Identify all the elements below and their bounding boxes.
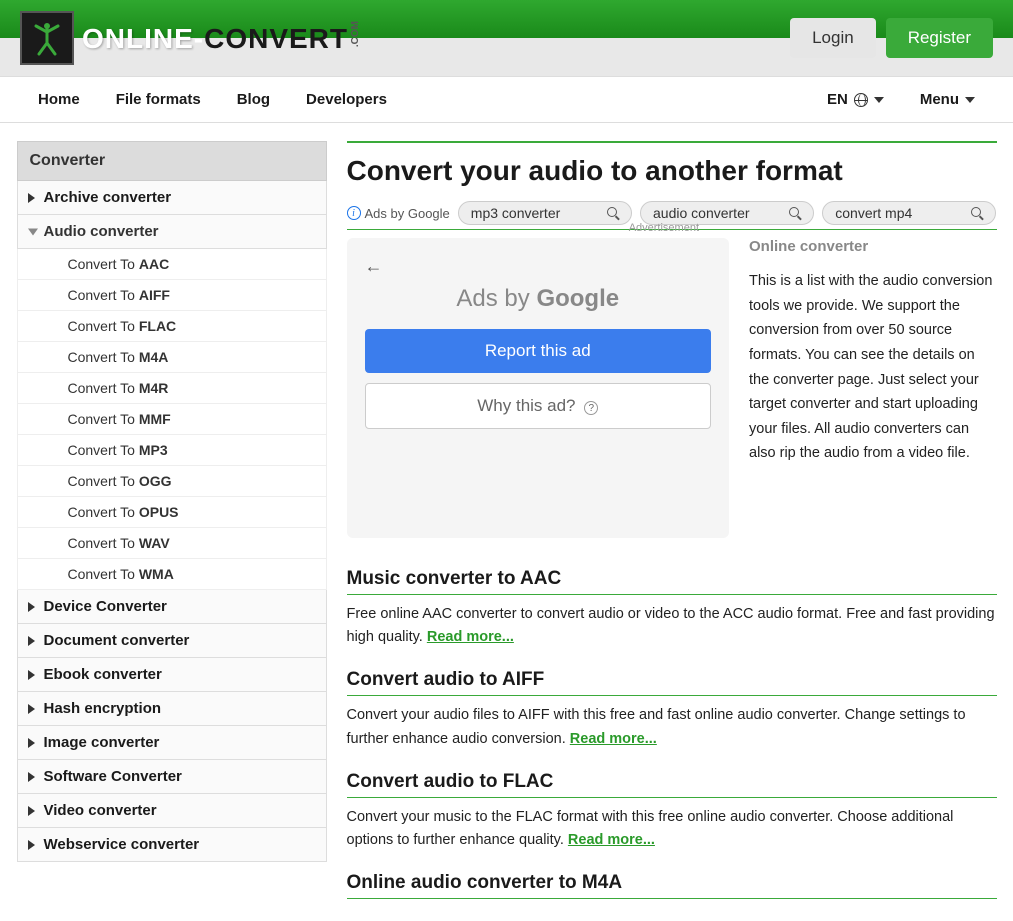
search-icon <box>607 207 619 219</box>
description-column: Online converter This is a list with the… <box>749 238 997 538</box>
sidebar-sub-mmf[interactable]: Convert To MMF <box>17 404 327 435</box>
read-more-link[interactable]: Read more... <box>568 832 655 848</box>
sidebar-sub-ogg[interactable]: Convert To OGG <box>17 466 327 497</box>
sidebar-sub-m4r[interactable]: Convert To M4R <box>17 373 327 404</box>
ads-by-google-heading: Ads by Google <box>365 285 712 313</box>
description-head: Online converter <box>749 238 997 255</box>
sidebar-cat-hash-encryption[interactable]: Hash encryption <box>17 692 327 726</box>
converter-desc: Convert your music to the FLAC format wi… <box>347 806 997 852</box>
header-buttons: Login Register <box>790 18 993 58</box>
header: ONLINE-CONVERT.COM Login Register <box>0 0 1013 76</box>
menu-label: Menu <box>920 91 959 108</box>
converter-title: Online audio converter to M4A <box>347 872 997 899</box>
sidebar-sub-aiff[interactable]: Convert To AIFF <box>17 280 327 311</box>
triangle-icon <box>28 704 35 714</box>
converter-title: Convert audio to AIFF <box>347 669 997 696</box>
search-icon <box>789 207 801 219</box>
sidebar-cat-audio-converter[interactable]: Audio converter <box>17 215 327 249</box>
sidebar-sub-flac[interactable]: Convert To FLAC <box>17 311 327 342</box>
ad-pill-mp4[interactable]: convert mp4 <box>822 201 996 225</box>
description-text: This is a list with the audio conversion… <box>749 269 997 466</box>
navbar: Home File formats Blog Developers EN Men… <box>0 76 1013 123</box>
ads-by-text: Ads by Google <box>365 206 450 221</box>
sidebar: Converter Archive converterAudio convert… <box>17 141 327 919</box>
accent-line <box>347 141 997 143</box>
nav-language[interactable]: EN <box>809 77 902 122</box>
converter-item: Convert audio to FLAC Convert your music … <box>347 771 997 852</box>
triangle-icon <box>28 840 35 850</box>
question-icon: ? <box>584 401 598 415</box>
triangle-icon <box>28 772 35 782</box>
report-ad-button[interactable]: Report this ad <box>365 329 712 373</box>
sidebar-sub-mp3[interactable]: Convert To MP3 <box>17 435 327 466</box>
arrow-left-icon[interactable]: ← <box>365 256 712 277</box>
register-button[interactable]: Register <box>886 18 993 58</box>
triangle-icon <box>28 193 35 203</box>
sidebar-cat-ebook-converter[interactable]: Ebook converter <box>17 658 327 692</box>
sidebar-sub-m4a[interactable]: Convert To M4A <box>17 342 327 373</box>
sidebar-sub-opus[interactable]: Convert To OPUS <box>17 497 327 528</box>
converter-item: Music converter to AAC Free online AAC co… <box>347 568 997 649</box>
why-this-ad-button[interactable]: Why this ad? ? <box>365 383 712 429</box>
nav-file-formats[interactable]: File formats <box>98 77 219 122</box>
converter-title: Music converter to AAC <box>347 568 997 595</box>
sidebar-cat-software-converter[interactable]: Software Converter <box>17 760 327 794</box>
triangle-icon <box>28 602 35 612</box>
read-more-link[interactable]: Read more... <box>427 629 514 645</box>
converter-desc: Free online AAC converter to convert aud… <box>347 603 997 649</box>
logo-text: ONLINE-CONVERT.COM <box>82 21 361 54</box>
ad-box: Advertisement ← Ads by Google Report thi… <box>347 238 730 538</box>
triangle-icon <box>28 228 38 235</box>
sidebar-cat-webservice-converter[interactable]: Webservice converter <box>17 828 327 862</box>
triangle-icon <box>28 670 35 680</box>
nav-blog[interactable]: Blog <box>219 77 288 122</box>
sidebar-cat-image-converter[interactable]: Image converter <box>17 726 327 760</box>
sidebar-head: Converter <box>17 141 327 181</box>
search-icon <box>971 207 983 219</box>
triangle-icon <box>28 636 35 646</box>
sidebar-sub-wma[interactable]: Convert To WMA <box>17 559 327 590</box>
logo[interactable]: ONLINE-CONVERT.COM <box>20 11 361 65</box>
sidebar-cat-device-converter[interactable]: Device Converter <box>17 590 327 624</box>
sidebar-sub-aac[interactable]: Convert To AAC <box>17 249 327 280</box>
page-title: Convert your audio to another format <box>347 155 997 187</box>
sidebar-cat-archive-converter[interactable]: Archive converter <box>17 181 327 215</box>
sidebar-cat-video-converter[interactable]: Video converter <box>17 794 327 828</box>
logo-icon <box>20 11 74 65</box>
sidebar-cat-document-converter[interactable]: Document converter <box>17 624 327 658</box>
read-more-link[interactable]: Read more... <box>570 731 657 747</box>
login-button[interactable]: Login <box>790 18 876 58</box>
chevron-down-icon <box>965 97 975 103</box>
nav-developers[interactable]: Developers <box>288 77 405 122</box>
triangle-icon <box>28 738 35 748</box>
lang-label: EN <box>827 91 848 108</box>
globe-icon <box>854 93 868 107</box>
advertisement-label: Advertisement <box>629 222 699 234</box>
sidebar-sub-wav[interactable]: Convert To WAV <box>17 528 327 559</box>
nav-menu[interactable]: Menu <box>902 77 993 122</box>
converter-title: Convert audio to FLAC <box>347 771 997 798</box>
converter-item: Convert audio to AIFF Convert your audio … <box>347 669 997 750</box>
main: Convert your audio to another format i A… <box>347 141 997 919</box>
ad-pill-mp3[interactable]: mp3 converter <box>458 201 632 225</box>
info-icon: i <box>347 206 361 220</box>
nav-home[interactable]: Home <box>20 77 98 122</box>
chevron-down-icon <box>874 97 884 103</box>
converter-desc: Convert your audio files to AIFF with th… <box>347 704 997 750</box>
triangle-icon <box>28 806 35 816</box>
ads-by-google-label[interactable]: i Ads by Google <box>347 206 450 221</box>
converter-item: Online audio converter to M4A <box>347 872 997 899</box>
